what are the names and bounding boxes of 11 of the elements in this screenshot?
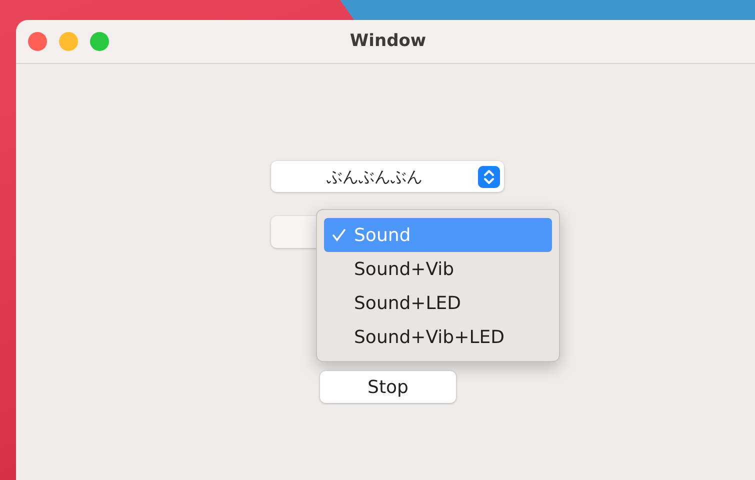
popup-button[interactable]: ぶんぶんぶん bbox=[271, 161, 504, 192]
window-title: Window bbox=[350, 30, 426, 53]
menu-item[interactable]: Sound+LED bbox=[324, 286, 552, 320]
zoom-icon[interactable] bbox=[90, 32, 109, 51]
stop-button[interactable]: Stop bbox=[320, 371, 456, 403]
stepper-icon bbox=[478, 166, 500, 188]
menu-item[interactable]: Sound+Vib+LED bbox=[324, 320, 552, 354]
menu-item[interactable]: Sound+Vib bbox=[324, 252, 552, 286]
minimize-icon[interactable] bbox=[59, 32, 78, 51]
checkmark-icon bbox=[332, 228, 346, 242]
close-icon[interactable] bbox=[28, 32, 47, 51]
